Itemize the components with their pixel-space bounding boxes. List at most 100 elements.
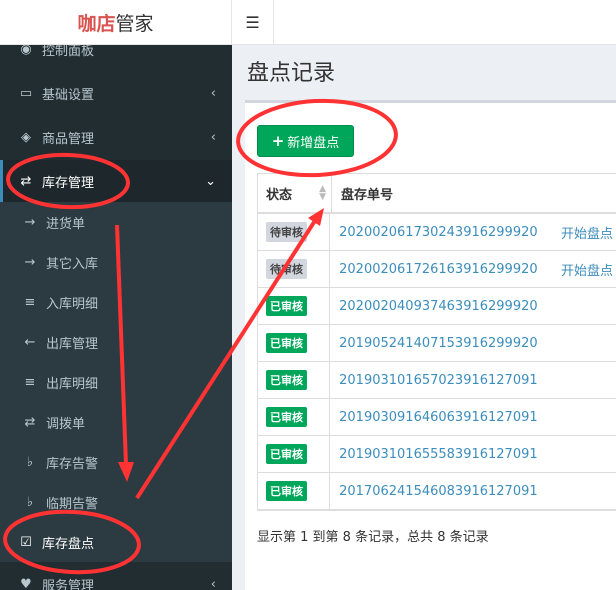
table-header-row: 状态 ▲ ▼ 盘存单号	[258, 174, 616, 214]
header-order-no: 盘存单号	[341, 187, 394, 203]
sidebar-item-label: 临期告警	[46, 496, 99, 512]
arrow-right-icon: →	[24, 254, 36, 270]
sidebar-item-transfer[interactable]: ⇄ 调拨单	[0, 402, 232, 442]
order-no-link[interactable]: 201706241546083916127091	[330, 473, 549, 509]
table-row: 已审核 201903091646063916127091	[258, 399, 616, 436]
order-no-link[interactable]: 201903101655583916127091	[330, 436, 549, 472]
sidebar-item-label: 进货单	[46, 216, 86, 232]
table-row: 已审核 201905241407153916299920	[258, 325, 616, 362]
plus-icon: +	[271, 132, 285, 150]
sidebar-item-products[interactable]: ◈ 商品管理 ‹	[0, 117, 232, 157]
cubes-icon: ◈	[21, 129, 31, 145]
sidebar-item-label: 出库管理	[46, 336, 99, 352]
table-row: 待审核 202002061730243916299920 开始盘点	[258, 214, 616, 251]
sidebar-item-label: 其它入库	[46, 256, 99, 272]
start-stocktake-link[interactable]	[549, 399, 616, 435]
page-title: 盘点记录	[247, 61, 336, 86]
status-badge: 已审核	[266, 333, 307, 353]
start-stocktake-link[interactable]	[549, 325, 616, 361]
order-no-link[interactable]: 202002061726163916299920	[330, 251, 549, 287]
status-cell: 已审核	[258, 325, 331, 361]
app-logo[interactable]: 咖店 管家	[0, 0, 232, 45]
start-stocktake-link[interactable]	[549, 288, 616, 324]
sidebar-item-expiry-alert[interactable]: ♭ 临期告警	[0, 482, 232, 522]
status-badge: 已审核	[266, 481, 307, 501]
table-row: 已审核 201903101657023916127091	[258, 362, 616, 399]
table-row: 已审核 201706241546083916127091	[258, 473, 616, 510]
bell-icon: ♭	[26, 454, 34, 470]
exchange-icon: ⇄	[24, 414, 36, 430]
check-square-icon: ☑	[20, 534, 32, 550]
sidebar-item-inventory[interactable]: ⇄ 库存管理 ⌄	[0, 160, 232, 202]
arrow-left-icon: ←	[24, 334, 36, 350]
sidebar-item-outbound-detail[interactable]: ≡ 出库明细	[0, 362, 232, 402]
sidebar-item-purchase-order[interactable]: → 进货单	[0, 202, 232, 242]
order-no-link[interactable]: 201903091646063916127091	[330, 399, 549, 435]
status-cell: 待审核	[258, 251, 331, 287]
add-stocktake-button[interactable]: + 新增盘点	[257, 125, 354, 157]
sidebar-item-label: 入库明细	[46, 296, 99, 312]
order-no-link[interactable]: 201905241407153916299920	[330, 325, 549, 361]
records-box: + 新增盘点 状态 ▲ ▼ 盘存单号 待审核 2020020617302439162…	[245, 100, 616, 590]
sidebar-item-stocktake[interactable]: ☑ 库存盘点	[0, 522, 232, 562]
menu-icon: ☰	[245, 13, 260, 32]
list-icon: ≡	[24, 374, 36, 390]
stocktake-table: 状态 ▲ ▼ 盘存单号 待审核 202002061730243916299920 开始…	[257, 173, 616, 511]
sidebar-item-label: 库存盘点	[42, 536, 95, 552]
order-no-link[interactable]: 202002061730243916299920	[330, 214, 549, 250]
exchange-icon: ⇄	[20, 173, 32, 189]
status-badge: 待审核	[266, 222, 307, 242]
chevron-left-icon: ‹	[210, 576, 216, 590]
arrow-right-icon: →	[24, 214, 36, 230]
pagination-info: 显示第 1 到第 8 条记录，总共 8 条记录	[257, 530, 489, 545]
heart-icon: ♥	[20, 576, 32, 590]
status-cell: 已审核	[258, 436, 331, 472]
status-badge: 已审核	[266, 370, 307, 390]
main-content: 盘点记录 + 新增盘点 状态 ▲ ▼ 盘存单号 待审核 20200206173024…	[232, 45, 616, 590]
status-badge: 已审核	[266, 407, 307, 427]
logo-part-1: 咖店	[77, 12, 116, 35]
sidebar-item-label: 出库明细	[46, 376, 99, 392]
laptop-icon: ▭	[19, 85, 33, 101]
chevron-down-icon: ⌄	[205, 173, 216, 189]
status-cell: 已审核	[258, 362, 331, 398]
status-cell: 已审核	[258, 473, 331, 509]
status-badge: 已审核	[266, 444, 307, 464]
start-stocktake-link[interactable]: 开始盘点	[549, 251, 616, 287]
chevron-left-icon: ‹	[210, 85, 216, 101]
sidebar-item-label: 基础设置	[42, 87, 95, 103]
start-stocktake-link[interactable]	[549, 362, 616, 398]
dashboard-icon: ◉	[20, 45, 32, 57]
table-row: 已审核 202002040937463916299920	[258, 288, 616, 325]
sidebar-item-label: 控制面板	[42, 45, 95, 59]
start-stocktake-link[interactable]: 开始盘点	[549, 214, 616, 250]
header-status-label: 状态	[266, 187, 293, 203]
logo-part-2: 管家	[115, 12, 154, 35]
table-row: 待审核 202002061726163916299920 开始盘点	[258, 251, 616, 288]
status-badge: 待审核	[266, 259, 307, 279]
sidebar-item-label: 调拨单	[46, 416, 86, 432]
status-cell: 待审核	[258, 214, 331, 250]
start-stocktake-link[interactable]	[549, 473, 616, 509]
sidebar-item-basic-settings[interactable]: ▭ 基础设置 ‹	[0, 73, 232, 113]
sidebar-item-other-inbound[interactable]: → 其它入库	[0, 242, 232, 282]
sidebar-item-label: 库存告警	[46, 456, 99, 472]
status-cell: 已审核	[258, 399, 331, 435]
sidebar-item-dashboard[interactable]: ◉ 控制面板	[0, 45, 232, 69]
order-no-link[interactable]: 202002040937463916299920	[330, 288, 549, 324]
sidebar-item-services[interactable]: ♥ 服务管理 ‹	[0, 564, 232, 590]
sidebar-item-label: 服务管理	[42, 578, 95, 590]
table-row: 已审核 201903101655583916127091	[258, 436, 616, 473]
sort-icon: ▲ ▼	[319, 184, 326, 202]
header-status[interactable]: 状态 ▲ ▼	[258, 174, 332, 212]
sidebar-item-stock-alert[interactable]: ♭ 库存告警	[0, 442, 232, 482]
order-no-link[interactable]: 201903101657023916127091	[330, 362, 549, 398]
sidebar-item-inbound-detail[interactable]: ≡ 入库明细	[0, 282, 232, 322]
bell-icon: ♭	[26, 494, 34, 510]
list-icon: ≡	[24, 294, 36, 310]
sidebar-item-outbound-management[interactable]: ← 出库管理	[0, 322, 232, 362]
sidebar-toggle-button[interactable]: ☰	[232, 0, 274, 45]
start-stocktake-link[interactable]	[549, 436, 616, 472]
add-stocktake-label: 新增盘点	[287, 135, 340, 151]
chevron-left-icon: ‹	[210, 129, 216, 145]
